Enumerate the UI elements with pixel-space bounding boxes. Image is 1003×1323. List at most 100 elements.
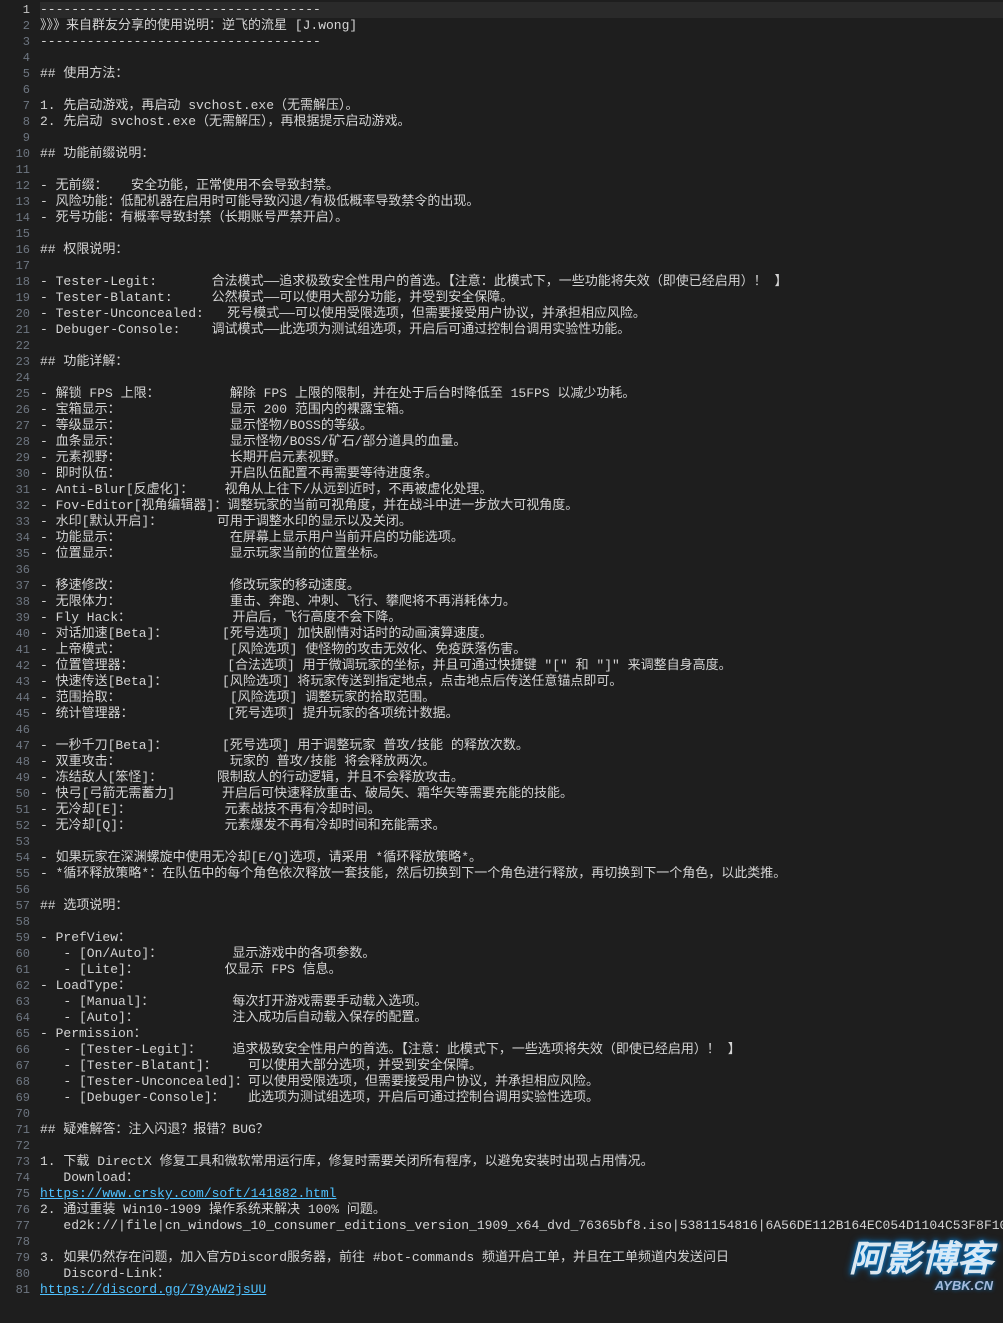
code-line[interactable] [40, 130, 1003, 146]
line-number: 5 [0, 66, 30, 82]
code-line[interactable] [40, 1138, 1003, 1154]
code-line[interactable]: ## 疑难解答：注入闪退？报错？BUG？ [40, 1122, 1003, 1138]
line-number: 28 [0, 434, 30, 450]
code-line[interactable]: ## 功能详解： [40, 354, 1003, 370]
code-line[interactable]: - PrefView： [40, 930, 1003, 946]
code-line[interactable]: - 解锁 FPS 上限： 解除 FPS 上限的限制，并在处于后台时降低至 15F… [40, 386, 1003, 402]
code-line[interactable]: - LoadType： [40, 978, 1003, 994]
code-line[interactable]: https://www.crsky.com/soft/141882.html [40, 1186, 1003, 1202]
code-line[interactable] [40, 834, 1003, 850]
code-line[interactable]: - 即时队伍： 开启队伍配置不再需要等待进度条。 [40, 466, 1003, 482]
code-line[interactable]: 2. 通过重装 Win10-1909 操作系统来解决 100% 问题。 [40, 1202, 1003, 1218]
line-number: 13 [0, 194, 30, 210]
code-line[interactable]: - 双重攻击： 玩家的 普攻/技能 将会释放两次。 [40, 754, 1003, 770]
code-line[interactable]: - 范围拾取： [风险选项] 调整玩家的拾取范围。 [40, 690, 1003, 706]
code-line[interactable]: Download： [40, 1170, 1003, 1186]
code-line[interactable]: - 风险功能：低配机器在启用时可能导致闪退/有极低概率导致禁令的出现。 [40, 194, 1003, 210]
code-line[interactable] [40, 882, 1003, 898]
code-line[interactable] [40, 1234, 1003, 1250]
code-line[interactable]: https://discord.gg/79yAW2jsUU [40, 1282, 1003, 1298]
code-line[interactable]: - Debuger-Console: 调试模式——此选项为测试组选项，开启后可通… [40, 322, 1003, 338]
code-line[interactable] [40, 50, 1003, 66]
code-line[interactable]: - Permission： [40, 1026, 1003, 1042]
code-line[interactable]: - [Tester-Legit]： 追求极致安全性用户的首选。【注意：此模式下，… [40, 1042, 1003, 1058]
code-line[interactable] [40, 914, 1003, 930]
code-line[interactable]: 3. 如果仍然存在问题，加入官方Discord服务器，前往 #bot-comma… [40, 1250, 1003, 1266]
code-line[interactable]: 2. 先启动 svchost.exe（无需解压），再根据提示启动游戏。 [40, 114, 1003, 130]
line-number: 52 [0, 818, 30, 834]
code-line[interactable]: - [Manual]： 每次打开游戏需要手动载入选项。 [40, 994, 1003, 1010]
code-line[interactable]: - 无冷却[Q]： 元素爆发不再有冷却时间和充能需求。 [40, 818, 1003, 834]
code-line[interactable]: 》》》来自群友分享的使用说明：逆飞的流星 [J.wong] [40, 18, 1003, 34]
code-line[interactable] [40, 722, 1003, 738]
line-number: 31 [0, 482, 30, 498]
code-line[interactable]: - 无前缀： 安全功能，正常使用不会导致封禁。 [40, 178, 1003, 194]
line-number: 1 [0, 2, 30, 18]
code-line[interactable]: - 宝箱显示： 显示 200 范围内的裸露宝箱。 [40, 402, 1003, 418]
code-line[interactable]: - *循环释放策略*：在队伍中的每个角色依次释放一套技能，然后切换到下一个角色进… [40, 866, 1003, 882]
line-number: 34 [0, 530, 30, 546]
code-line[interactable]: ## 权限说明： [40, 242, 1003, 258]
code-line[interactable]: ## 功能前缀说明： [40, 146, 1003, 162]
code-line[interactable]: - Fly Hack： 开启后，飞行高度不会下降。 [40, 610, 1003, 626]
code-line[interactable]: - Tester-Unconcealed: 死号模式——可以使用受限选项，但需要… [40, 306, 1003, 322]
code-line[interactable]: - [Auto]： 注入成功后自动载入保存的配置。 [40, 1010, 1003, 1026]
code-line[interactable]: - [Debuger-Console]： 此选项为测试组选项，开启后可通过控制台… [40, 1090, 1003, 1106]
code-line[interactable]: - 如果玩家在深渊螺旋中使用无冷却[E/Q]选项，请采用 *循环释放策略*。 [40, 850, 1003, 866]
code-line[interactable] [40, 338, 1003, 354]
line-number: 75 [0, 1186, 30, 1202]
code-editor[interactable]: 1234567891011121314151617181920212223242… [0, 0, 1003, 1323]
code-line[interactable]: ## 选项说明： [40, 898, 1003, 914]
code-line[interactable]: ## 使用方法： [40, 66, 1003, 82]
code-line[interactable] [40, 258, 1003, 274]
code-line[interactable]: - Tester-Legit: 合法模式——追求极致安全性用户的首选。【注意：此… [40, 274, 1003, 290]
code-line[interactable]: - [Tester-Unconcealed]：可以使用受限选项，但需要接受用户协… [40, 1074, 1003, 1090]
code-line[interactable]: - 移速修改： 修改玩家的移动速度。 [40, 578, 1003, 594]
code-line[interactable]: - Anti-Blur[反虚化]： 视角从上往下/从远到近时，不再被虚化处理。 [40, 482, 1003, 498]
code-line[interactable] [40, 562, 1003, 578]
code-line[interactable]: - 统计管理器： [死号选项] 提升玩家的各项统计数据。 [40, 706, 1003, 722]
code-line[interactable]: - 对话加速[Beta]： [死号选项] 加快剧情对话时的动画演算速度。 [40, 626, 1003, 642]
line-number: 69 [0, 1090, 30, 1106]
code-line[interactable]: - 冻结敌人[笨怪]： 限制敌人的行动逻辑，并且不会释放攻击。 [40, 770, 1003, 786]
code-line[interactable]: - 位置管理器： [合法选项] 用于微调玩家的坐标，并且可通过快捷键 "[" 和… [40, 658, 1003, 674]
code-line[interactable]: - Tester-Blatant: 公然模式——可以使用大部分功能，并受到安全保… [40, 290, 1003, 306]
code-line[interactable]: 1. 下载 DirectX 修复工具和微软常用运行库，修复时需要关闭所有程序，以… [40, 1154, 1003, 1170]
code-line[interactable]: - Fov-Editor[视角编辑器]：调整玩家的当前可视角度，并在战斗中进一步… [40, 498, 1003, 514]
code-line[interactable] [40, 226, 1003, 242]
code-content[interactable]: ------------------------------------》》》来… [40, 0, 1003, 1323]
line-number: 67 [0, 1058, 30, 1074]
line-number: 72 [0, 1138, 30, 1154]
line-number: 79 [0, 1250, 30, 1266]
code-line[interactable]: Discord-Link： [40, 1266, 1003, 1282]
code-line[interactable]: - 快弓[弓箭无需蓄力] 开启后可快速释放重击、破局矢、霜华矢等需要充能的技能。 [40, 786, 1003, 802]
code-line[interactable]: - 等级显示： 显示怪物/BOSS的等级。 [40, 418, 1003, 434]
code-line[interactable]: ed2k://|file|cn_windows_10_consumer_edit… [40, 1218, 1003, 1234]
code-line[interactable]: ------------------------------------ [40, 2, 1003, 18]
code-line[interactable]: - [Lite]： 仅显示 FPS 信息。 [40, 962, 1003, 978]
hyperlink[interactable]: https://www.crsky.com/soft/141882.html [40, 1186, 336, 1201]
code-line[interactable]: - 水印[默认开启]： 可用于调整水印的显示以及关闭。 [40, 514, 1003, 530]
code-line[interactable] [40, 82, 1003, 98]
code-line[interactable]: - 快速传送[Beta]： [风险选项] 将玩家传送到指定地点，点击地点后传送任… [40, 674, 1003, 690]
code-line[interactable]: - 无限体力： 重击、奔跑、冲刺、飞行、攀爬将不再消耗体力。 [40, 594, 1003, 610]
code-line[interactable]: - 血条显示： 显示怪物/BOSS/矿石/部分道具的血量。 [40, 434, 1003, 450]
code-line[interactable]: - 死号功能：有概率导致封禁（长期账号严禁开启）。 [40, 210, 1003, 226]
hyperlink[interactable]: https://discord.gg/79yAW2jsUU [40, 1282, 266, 1297]
code-line[interactable]: - [On/Auto]： 显示游戏中的各项参数。 [40, 946, 1003, 962]
code-line[interactable]: - 一秒千刀[Beta]： [死号选项] 用于调整玩家 普攻/技能 的释放次数。 [40, 738, 1003, 754]
line-number: 23 [0, 354, 30, 370]
code-line[interactable] [40, 370, 1003, 386]
code-line[interactable]: - 无冷却[E]： 元素战技不再有冷却时间。 [40, 802, 1003, 818]
line-number: 4 [0, 50, 30, 66]
code-line[interactable]: - 功能显示： 在屏幕上显示用户当前开启的功能选项。 [40, 530, 1003, 546]
line-number: 37 [0, 578, 30, 594]
code-line[interactable]: - 上帝模式： [风险选项] 使怪物的攻击无效化、免疫跌落伤害。 [40, 642, 1003, 658]
code-line[interactable] [40, 162, 1003, 178]
code-line[interactable]: ------------------------------------ [40, 34, 1003, 50]
code-line[interactable]: - 元素视野： 长期开启元素视野。 [40, 450, 1003, 466]
code-line[interactable]: 1. 先启动游戏，再启动 svchost.exe（无需解压）。 [40, 98, 1003, 114]
code-line[interactable] [40, 1106, 1003, 1122]
code-line[interactable]: - 位置显示： 显示玩家当前的位置坐标。 [40, 546, 1003, 562]
code-line[interactable]: - [Tester-Blatant]： 可以使用大部分选项，并受到安全保障。 [40, 1058, 1003, 1074]
